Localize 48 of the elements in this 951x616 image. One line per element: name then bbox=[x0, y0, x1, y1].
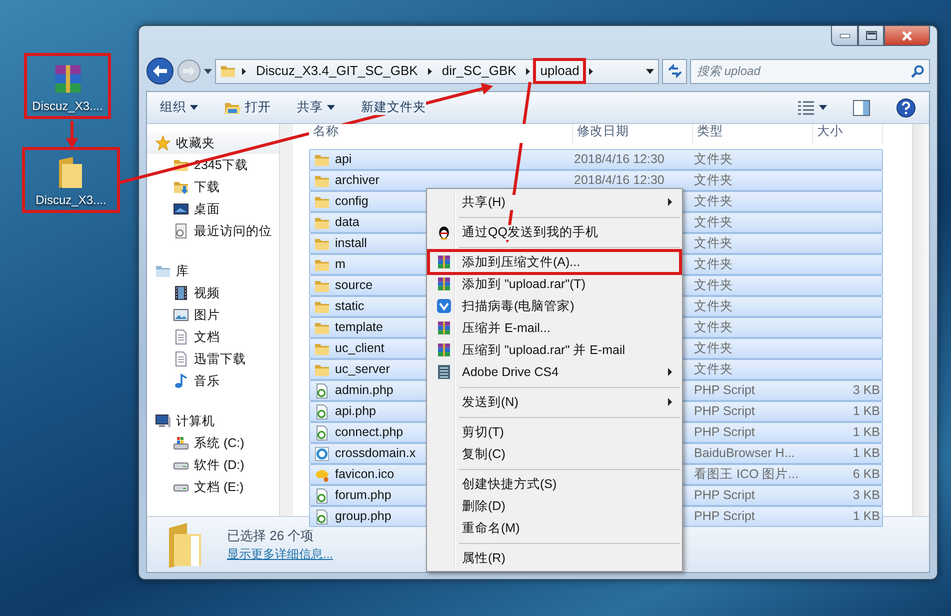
file-size: 3 KB bbox=[852, 488, 880, 502]
file-size: 1 KB bbox=[852, 404, 880, 418]
file-type: 文件夹 bbox=[694, 299, 733, 313]
file-type: 文件夹 bbox=[694, 194, 733, 208]
file-type: 文件夹 bbox=[694, 278, 733, 292]
file-size: 6 KB bbox=[852, 467, 880, 481]
modified-date: 2018/4/16 12:30 bbox=[574, 152, 664, 166]
file-name: m bbox=[335, 257, 346, 272]
file-type: 文件夹 bbox=[694, 341, 733, 355]
file-name: static bbox=[335, 299, 364, 314]
file-name: forum.php bbox=[335, 488, 392, 503]
file-name: connect.php bbox=[335, 425, 404, 440]
file-name: group.php bbox=[335, 509, 392, 524]
file-type: 文件夹 bbox=[694, 257, 733, 271]
file-type: PHP Script bbox=[694, 425, 755, 439]
file-name: admin.php bbox=[335, 383, 394, 398]
file-name: uc_server bbox=[335, 362, 390, 377]
file-type: PHP Script bbox=[694, 488, 755, 502]
file-type: 文件夹 bbox=[694, 236, 733, 250]
file-type: PHP Script bbox=[694, 383, 755, 397]
file-name: api bbox=[335, 152, 352, 167]
file-size: 1 KB bbox=[852, 509, 880, 523]
file-size: 1 KB bbox=[852, 446, 880, 460]
file-name: api.php bbox=[335, 404, 376, 419]
file-type: PHP Script bbox=[694, 509, 755, 523]
file-type: 文件夹 bbox=[694, 173, 733, 187]
desktop-icon-label: Discuz_X3.... bbox=[36, 193, 106, 208]
file-size: 1 KB bbox=[852, 425, 880, 439]
file-name: config bbox=[335, 194, 368, 209]
file-name: data bbox=[335, 215, 360, 230]
file-type: PHP Script bbox=[694, 404, 755, 418]
file-name: uc_client bbox=[335, 341, 384, 356]
desktop-icon-label: Discuz_X3.... bbox=[32, 99, 103, 114]
file-type: 文件夹 bbox=[694, 152, 733, 166]
file-type: 看图王 ICO 图片... bbox=[694, 467, 799, 481]
selection-summary: 已选择 26 个项 bbox=[227, 528, 315, 544]
file-name: install bbox=[335, 236, 367, 251]
file-name: template bbox=[335, 320, 383, 335]
file-name: source bbox=[335, 278, 373, 293]
modified-date: 2018/4/16 12:30 bbox=[574, 173, 664, 187]
file-type: 文件夹 bbox=[694, 215, 733, 229]
file-name: crossdomain.x bbox=[335, 446, 416, 461]
file-name: archiver bbox=[335, 173, 380, 188]
file-name: favicon.ico bbox=[335, 467, 394, 482]
file-type: BaiduBrowser H... bbox=[694, 446, 795, 460]
file-type: 文件夹 bbox=[694, 362, 733, 376]
file-size: 3 KB bbox=[852, 383, 880, 397]
file-type: 文件夹 bbox=[694, 320, 733, 334]
